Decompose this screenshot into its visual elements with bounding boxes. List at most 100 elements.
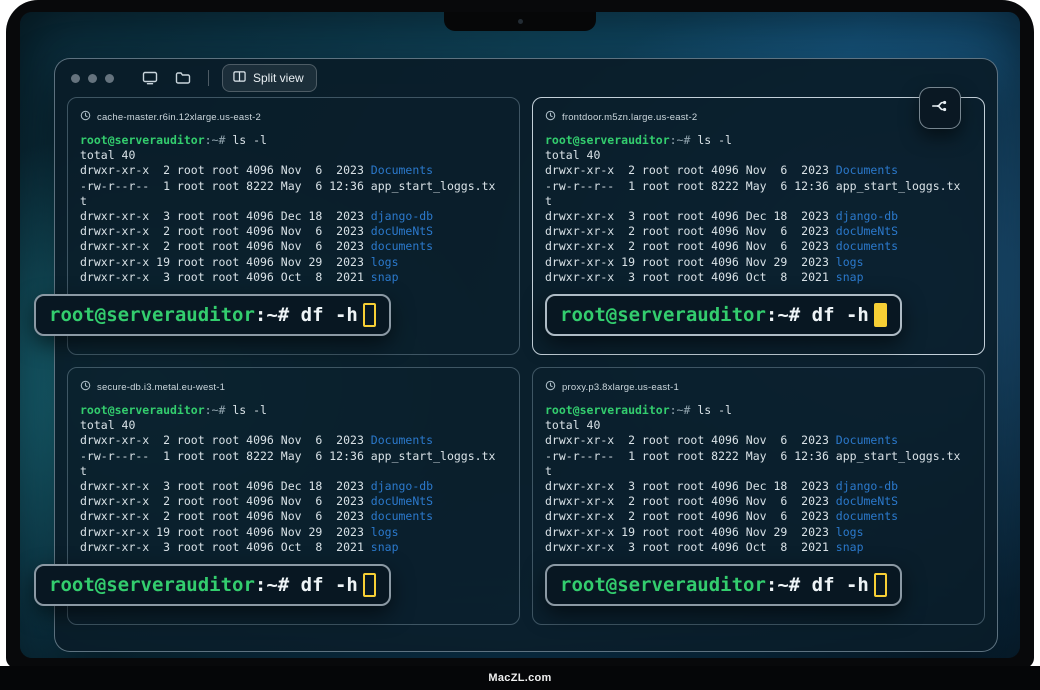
listing-line: drwxr-xr-x 3 root root 4096 Dec 18 2023 … — [545, 209, 972, 224]
split-view-toggle-button[interactable] — [919, 87, 961, 129]
overlay-prompt-user: root@serverauditor — [560, 574, 766, 596]
pane-hostname: frontdoor.m5zn.large.us-east-2 — [562, 112, 697, 123]
terminal-screen-icon[interactable] — [140, 68, 160, 88]
listing-filename: documents — [371, 239, 433, 253]
listing-meta: t — [80, 194, 87, 208]
sftp-files-icon[interactable] — [173, 68, 193, 88]
listing-meta: drwxr-xr-x 2 root root 4096 Nov 6 2023 — [545, 509, 836, 523]
listing-filename: logs — [371, 525, 399, 539]
listing-meta: drwxr-xr-x 3 root root 4096 Oct 8 2021 — [545, 540, 836, 554]
listing-line: drwxr-xr-x 2 root root 4096 Nov 6 2023 d… — [545, 494, 972, 509]
command-prompt-overlay[interactable]: root@serverauditor:~# df -h — [34, 564, 391, 606]
prompt-user: root@serverauditor — [80, 403, 205, 417]
listing-line: drwxr-xr-x 2 root root 4096 Nov 6 2023 d… — [80, 509, 507, 524]
listing-meta: -rw-r--r-- 1 root root 8222 May 6 12:36 — [545, 179, 836, 193]
listing-meta: drwxr-xr-x 2 root root 4096 Nov 6 2023 — [80, 433, 371, 447]
total-line: total 40 — [80, 148, 507, 163]
terminal-app-window: Split view — [54, 58, 998, 652]
split-view-button[interactable]: Split view — [222, 64, 317, 92]
listing-line: drwxr-xr-x 2 root root 4096 Nov 6 2023 D… — [80, 433, 507, 448]
listing-line: drwxr-xr-x 2 root root 4096 Nov 6 2023 d… — [545, 224, 972, 239]
command-prompt-overlay[interactable]: root@serverauditor:~# df -h — [545, 564, 902, 606]
laptop-frame: Split view — [6, 0, 1034, 668]
listing-filename: django-db — [371, 209, 433, 223]
listing-meta: drwxr-xr-x 3 root root 4096 Dec 18 2023 — [80, 209, 371, 223]
listing-line: drwxr-xr-x 3 root root 4096 Oct 8 2021 s… — [545, 270, 972, 285]
prompt-suffix: :~# — [205, 133, 226, 147]
terminal-pane[interactable]: proxy.p3.8xlarge.us-east-1 root@serverau… — [532, 367, 985, 625]
listing-meta: drwxr-xr-x 19 root root 4096 Nov 29 2023 — [80, 255, 371, 269]
total-line: total 40 — [545, 418, 972, 433]
listing-line: drwxr-xr-x 3 root root 4096 Dec 18 2023 … — [545, 479, 972, 494]
text-cursor — [874, 303, 887, 327]
prompt-user: root@serverauditor — [80, 133, 205, 147]
listing-line: t — [80, 464, 507, 479]
listing-meta: t — [545, 194, 552, 208]
command-prompt-overlay[interactable]: root@serverauditor:~# df -h — [545, 294, 902, 336]
listing-filename: django-db — [836, 209, 898, 223]
listing-meta: drwxr-xr-x 2 root root 4096 Nov 6 2023 — [545, 163, 836, 177]
listing-line: drwxr-xr-x 3 root root 4096 Oct 8 2021 s… — [80, 270, 507, 285]
host-icon — [80, 378, 91, 396]
ls-command: ls -l — [690, 403, 732, 417]
terminal-output[interactable]: root@serverauditor:~# ls -ltotal 40drwxr… — [545, 133, 972, 285]
listing-line: drwxr-xr-x 2 root root 4096 Nov 6 2023 D… — [545, 163, 972, 178]
prompt-user: root@serverauditor — [545, 133, 670, 147]
brand-text: MacZL.com — [488, 672, 551, 684]
host-icon — [545, 108, 556, 126]
listing-meta: drwxr-xr-x 19 root root 4096 Nov 29 2023 — [80, 525, 371, 539]
listing-line: drwxr-xr-x 2 root root 4096 Nov 6 2023 D… — [80, 163, 507, 178]
listing-filename: documents — [836, 509, 898, 523]
listing-filename: documents — [371, 509, 433, 523]
listing-meta: drwxr-xr-x 3 root root 4096 Dec 18 2023 — [545, 209, 836, 223]
minimize-button[interactable] — [88, 74, 97, 83]
host-icon — [80, 108, 91, 126]
laptop-base: MacZL.com — [0, 666, 1040, 690]
text-cursor — [363, 573, 376, 597]
prompt-user: root@serverauditor — [545, 403, 670, 417]
overlay-prompt-user: root@serverauditor — [560, 304, 766, 326]
terminal-output[interactable]: root@serverauditor:~# ls -ltotal 40drwxr… — [80, 403, 507, 555]
listing-filename: logs — [836, 525, 864, 539]
pane-hostname: proxy.p3.8xlarge.us-east-1 — [562, 382, 679, 393]
overlay-command: df -h — [800, 574, 869, 596]
listing-line: drwxr-xr-x 2 root root 4096 Nov 6 2023 D… — [545, 433, 972, 448]
listing-filename: app_start_loggs.tx — [836, 179, 961, 193]
listing-filename: snap — [371, 270, 399, 284]
terminal-pane[interactable]: cache-master.r6in.12xlarge.us-east-2 roo… — [67, 97, 520, 355]
listing-filename: snap — [371, 540, 399, 554]
listing-filename: snap — [836, 270, 864, 284]
listing-filename: docUmeNtS — [371, 224, 433, 238]
pane-hostname: secure-db.i3.metal.eu-west-1 — [97, 382, 225, 393]
terminal-pane[interactable]: frontdoor.m5zn.large.us-east-2 root@serv… — [532, 97, 985, 355]
listing-meta: drwxr-xr-x 3 root root 4096 Oct 8 2021 — [545, 270, 836, 284]
terminal-output[interactable]: root@serverauditor:~# ls -ltotal 40drwxr… — [80, 133, 507, 285]
camera-dot — [518, 19, 523, 24]
listing-line: drwxr-xr-x 3 root root 4096 Oct 8 2021 s… — [80, 540, 507, 555]
ls-command: ls -l — [225, 133, 267, 147]
screen: Split view — [20, 12, 1020, 658]
ls-command: ls -l — [690, 133, 732, 147]
prompt-line: root@serverauditor:~# ls -l — [80, 403, 507, 418]
listing-filename: Documents — [371, 163, 433, 177]
listing-meta: drwxr-xr-x 2 root root 4096 Nov 6 2023 — [80, 239, 371, 253]
listing-filename: documents — [836, 239, 898, 253]
command-prompt-overlay[interactable]: root@serverauditor:~# df -h — [34, 294, 391, 336]
listing-filename: django-db — [371, 479, 433, 493]
zoom-button[interactable] — [105, 74, 114, 83]
listing-meta: drwxr-xr-x 3 root root 4096 Dec 18 2023 — [545, 479, 836, 493]
listing-meta: drwxr-xr-x 2 root root 4096 Nov 6 2023 — [80, 163, 371, 177]
listing-meta: drwxr-xr-x 2 root root 4096 Nov 6 2023 — [545, 433, 836, 447]
terminal-output[interactable]: root@serverauditor:~# ls -ltotal 40drwxr… — [545, 403, 972, 555]
terminal-pane[interactable]: secure-db.i3.metal.eu-west-1 root@server… — [67, 367, 520, 625]
listing-filename: app_start_loggs.tx — [371, 449, 496, 463]
pane-header: cache-master.r6in.12xlarge.us-east-2 — [80, 108, 507, 126]
listing-meta: drwxr-xr-x 2 root root 4096 Nov 6 2023 — [80, 224, 371, 238]
close-button[interactable] — [71, 74, 80, 83]
listing-meta: drwxr-xr-x 3 root root 4096 Dec 18 2023 — [80, 479, 371, 493]
listing-filename: docUmeNtS — [371, 494, 433, 508]
overlay-command: df -h — [800, 304, 869, 326]
listing-meta: t — [80, 464, 87, 478]
listing-filename: app_start_loggs.tx — [836, 449, 961, 463]
listing-meta: drwxr-xr-x 19 root root 4096 Nov 29 2023 — [545, 255, 836, 269]
